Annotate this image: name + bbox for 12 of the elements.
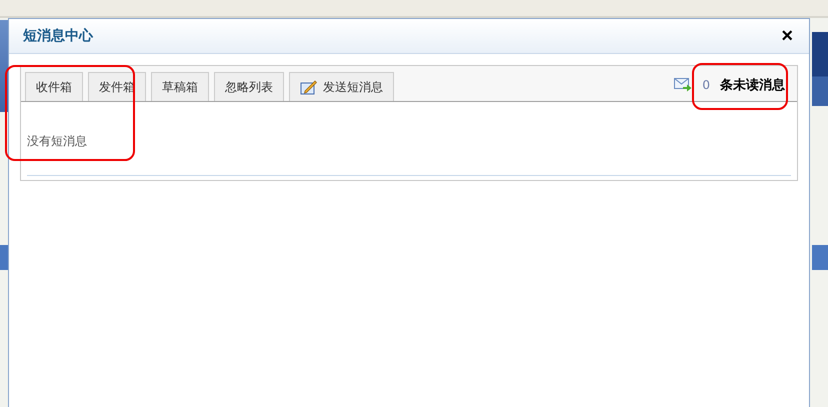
empty-message: 没有短消息 [27, 133, 87, 150]
pencil-note-icon [300, 80, 317, 94]
dialog-title: 短消息中心 [23, 27, 93, 45]
tab[interactable]: 发送短消息 [289, 72, 394, 101]
close-button[interactable]: × [781, 26, 793, 46]
unread-count: 0 [702, 78, 710, 92]
tab[interactable]: 收件箱 [25, 72, 83, 101]
tab[interactable]: 忽略列表 [214, 72, 284, 101]
tab[interactable]: 草稿箱 [151, 72, 209, 101]
unread-label: 条未读消息 [720, 77, 785, 94]
page-nav-bar-edge [0, 245, 8, 270]
page-nav-bar-edge [812, 245, 828, 270]
